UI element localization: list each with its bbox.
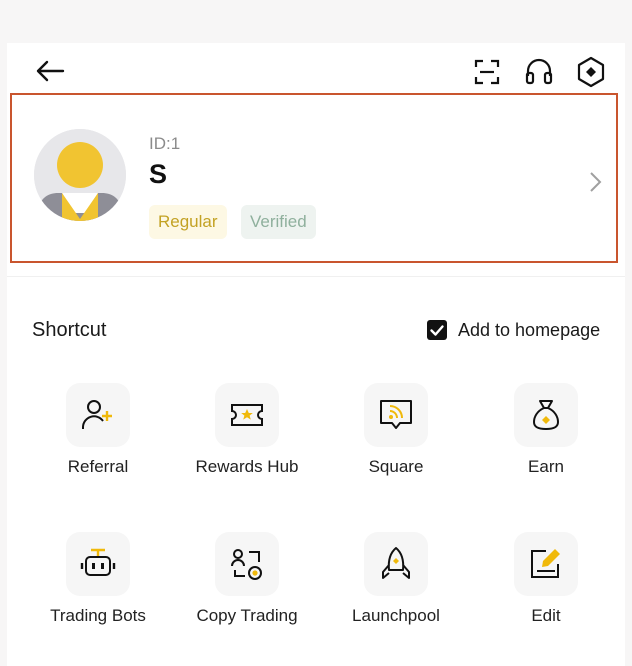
copy-trading-icon [215, 532, 279, 596]
shortcut-label: Rewards Hub [195, 457, 299, 476]
rocket-icon [364, 532, 428, 596]
robot-icon [66, 532, 130, 596]
shortcut-label: Referral [67, 457, 129, 476]
ticket-star-icon [215, 383, 279, 447]
shortcut-copy-trading[interactable]: Copy Trading [172, 532, 322, 652]
shortcut-label: Launchpool [352, 606, 440, 625]
edit-icon [514, 532, 578, 596]
broadcast-chat-icon [364, 383, 428, 447]
profile-card[interactable]: ID:1 S Regular Verified [10, 93, 618, 263]
shortcut-referral[interactable]: Referral [23, 383, 173, 503]
scan-icon[interactable] [473, 58, 501, 86]
shortcut-square[interactable]: Square [321, 383, 471, 503]
user-name: S [149, 159, 168, 189]
hexagon-settings-icon[interactable] [576, 56, 606, 88]
money-bag-icon [514, 383, 578, 447]
profile-page: ID:1 S Regular Verified Shortcut Add to … [7, 43, 625, 666]
checkbox-checked-icon[interactable] [427, 320, 447, 340]
arrow-left-icon[interactable] [35, 59, 65, 83]
shortcut-label: Square [368, 457, 424, 476]
top-bar [7, 43, 625, 93]
shortcut-earn[interactable]: Earn [471, 383, 621, 503]
shortcut-label: Trading Bots [50, 606, 146, 625]
add-user-icon [66, 383, 130, 447]
default-avatar-icon[interactable] [34, 129, 126, 221]
user-id: ID:1 [149, 134, 181, 153]
shortcut-launchpool[interactable]: Launchpool [321, 532, 471, 652]
add-to-homepage-label: Add to homepage [458, 320, 601, 340]
shortcut-label: Earn [528, 457, 564, 476]
shortcut-title: Shortcut [32, 319, 107, 341]
badge-verified: Verified [241, 205, 316, 239]
divider [7, 276, 625, 277]
headset-icon[interactable] [524, 57, 554, 87]
badge-regular: Regular [149, 205, 227, 239]
shortcut-edit[interactable]: Edit [471, 532, 621, 652]
chevron-right-icon[interactable] [588, 171, 602, 198]
shortcut-label: Edit [531, 606, 561, 625]
shortcut-label: Copy Trading [196, 606, 298, 625]
shortcut-rewards-hub[interactable]: Rewards Hub [172, 383, 322, 503]
shortcut-trading-bots[interactable]: Trading Bots [23, 532, 173, 652]
